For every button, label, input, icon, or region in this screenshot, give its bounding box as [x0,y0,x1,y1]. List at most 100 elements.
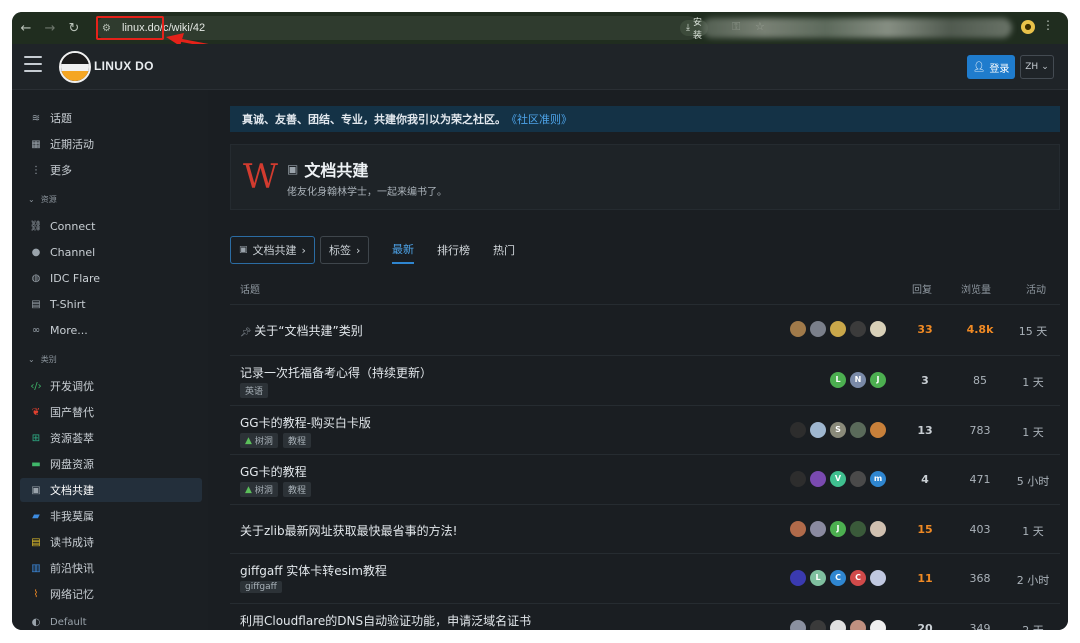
avatar[interactable]: J [870,372,886,388]
topic-activity[interactable]: 2 天 [1008,622,1058,630]
avatar[interactable]: C [850,570,866,586]
sidebar-item-t-shirt[interactable]: ▤ T-Shirt [20,292,202,316]
menu-kebab-icon[interactable]: ⋮ [1042,18,1054,32]
topic-replies[interactable]: 15 [900,523,950,536]
avatar[interactable] [870,321,886,337]
avatar[interactable] [810,321,826,337]
guidelines-link[interactable]: 《社区准则》 [506,111,572,127]
topic-activity[interactable]: 1 天 [1008,523,1058,539]
column-header-views[interactable]: 浏览量 [961,281,991,296]
column-header-activity[interactable]: 活动 [1026,281,1046,296]
topic-title-text[interactable]: 关于“文档共建”类别 [254,324,362,338]
avatar[interactable] [810,422,826,438]
avatar[interactable]: S [830,422,846,438]
avatar[interactable] [870,570,886,586]
topic-title[interactable]: GG卡的教程-购买白卡版 [240,414,371,431]
sidebar-item-more[interactable]: ⋮ 更多 [20,158,202,182]
topic-activity[interactable]: 5 小时 [1008,473,1058,489]
avatar[interactable] [810,471,826,487]
topic-tag[interactable]: ▲ 树洞 [240,433,278,448]
back-icon[interactable]: ← [14,16,38,40]
avatar[interactable]: C [830,570,846,586]
language-selector[interactable]: ZH ⌄ [1020,55,1054,79]
avatar[interactable] [810,620,826,630]
sidebar-item-archive[interactable]: ⌇ 网络记忆 [20,582,202,606]
avatar[interactable] [850,620,866,630]
topic-replies[interactable]: 11 [900,572,950,585]
address-bar[interactable]: ⚙ linux.do/c/wiki/42 ⤓ 安装 ⚿ ☆ [96,16,765,41]
sidebar-item-recent-activity[interactable]: ▦ 近期活动 [20,132,202,156]
avatar[interactable] [790,521,806,537]
column-header-replies[interactable]: 回复 [912,281,932,296]
avatar[interactable] [790,570,806,586]
topic-title-text[interactable]: 利用Cloudflare的DNS自动验证功能，申请泛域名证书 [240,614,531,628]
avatar[interactable] [850,521,866,537]
login-button[interactable]: 👤︎ 登录 [967,55,1015,79]
topic-row[interactable]: 记录一次托福备考心得（持续更新） 英语 L N J 3 85 1 天 [230,355,1060,405]
topic-activity[interactable]: 15 天 [1008,323,1058,339]
sidebar-item-resources-hub[interactable]: ⊞ 资源荟萃 [20,426,202,450]
topic-title[interactable]: 记录一次托福备考心得（持续更新） [240,364,432,381]
topic-row[interactable]: giffgaff 实体卡转esim教程 giffgaff L C C 11 368 2 小时 [230,553,1060,603]
avatar[interactable] [870,422,886,438]
category-filter-button[interactable]: ▣ 文档共建 › [230,236,315,264]
avatar[interactable] [850,471,866,487]
profile-avatar[interactable]: ● [1021,20,1035,34]
topic-replies[interactable]: 33 [900,323,950,336]
sidebar-item-more-resources[interactable]: ∞ More... [20,318,202,342]
topic-row[interactable]: GG卡的教程 ▲ 树洞 教程 Vm 4 471 5 小时 [230,454,1060,504]
sidebar-item-topics[interactable]: ≋ 话题 [20,106,202,130]
topic-title-text[interactable]: 记录一次托福备考心得（持续更新） [240,366,432,380]
topic-title-text[interactable]: GG卡的教程 [240,465,307,479]
column-header-topic[interactable]: 话题 [240,281,260,296]
sidebar-item-reading[interactable]: ▤ 读书成诗 [20,530,202,554]
avatar[interactable] [790,471,806,487]
sidebar-item-netdisk[interactable]: ▬ 网盘资源 [20,452,202,476]
sidebar-section-resources[interactable]: ⌄ 资源 [28,194,57,205]
avatar[interactable]: V [830,471,846,487]
topic-title-text[interactable]: 关于zlib最新网址获取最快最省事的方法! [240,524,457,538]
topic-title-text[interactable]: GG卡的教程-购买白卡版 [240,416,371,430]
avatar[interactable] [850,422,866,438]
tab-hot[interactable]: 热门 [493,236,515,264]
sidebar-item-wiki[interactable]: ▣ 文档共建 [20,478,202,502]
avatar[interactable] [870,620,886,630]
topic-tag[interactable]: ▲ 树洞 [240,482,278,497]
topic-title[interactable]: 📌︎ 关于“文档共建”类别 [240,322,363,339]
topic-title-text[interactable]: giffgaff 实体卡转esim教程 [240,564,387,578]
sidebar-item-news[interactable]: ▥ 前沿快讯 [20,556,202,580]
topic-tag[interactable]: 教程 [282,433,311,448]
avatar[interactable] [790,321,806,337]
hamburger-menu-icon[interactable] [24,56,42,72]
avatar[interactable] [830,620,846,630]
topic-replies[interactable]: 3 [900,374,950,387]
sidebar-item-dev[interactable]: ‹/› 开发调优 [20,374,202,398]
topic-replies[interactable]: 20 [900,622,950,630]
sidebar-item-domestic[interactable]: ❦ 国产替代 [20,400,202,424]
avatar[interactable] [830,321,846,337]
sidebar-item-idc-flare[interactable]: ◍ IDC Flare [20,266,202,290]
topic-title[interactable]: GG卡的教程 [240,463,307,480]
avatar[interactable] [790,620,806,630]
topic-title[interactable]: giffgaff 实体卡转esim教程 [240,562,387,579]
site-logo[interactable] [59,51,91,83]
topic-row[interactable]: 关于zlib最新网址获取最快最省事的方法! J 15 403 1 天 [230,504,1060,554]
sidebar-item-connect[interactable]: ⛓ Connect [20,214,202,238]
topic-replies[interactable]: 4 [900,473,950,486]
topic-row[interactable]: 利用Cloudflare的DNS自动验证功能，申请泛域名证书▲作品集Cloudf… [230,603,1060,630]
avatar[interactable]: L [810,570,826,586]
reload-icon[interactable]: ↻ [62,16,86,40]
topic-tag[interactable]: 英语 [240,383,269,398]
topic-title[interactable]: 利用Cloudflare的DNS自动验证功能，申请泛域名证书 [240,612,531,629]
topic-row[interactable]: 📌︎ 关于“文档共建”类别 33 4.8k 15 天 [230,304,1060,354]
forward-icon[interactable]: → [38,16,62,40]
tag-filter-button[interactable]: 标签 › [320,236,370,264]
avatar[interactable] [790,422,806,438]
avatar[interactable]: N [850,372,866,388]
tab-latest[interactable]: 最新 [392,236,414,264]
topic-activity[interactable]: 1 天 [1008,374,1058,390]
topic-tag[interactable]: 教程 [282,482,311,497]
avatar[interactable]: J [830,521,846,537]
topic-activity[interactable]: 1 天 [1008,424,1058,440]
topic-row[interactable]: GG卡的教程-购买白卡版 ▲ 树洞 教程 S 13 783 1 天 [230,405,1060,455]
